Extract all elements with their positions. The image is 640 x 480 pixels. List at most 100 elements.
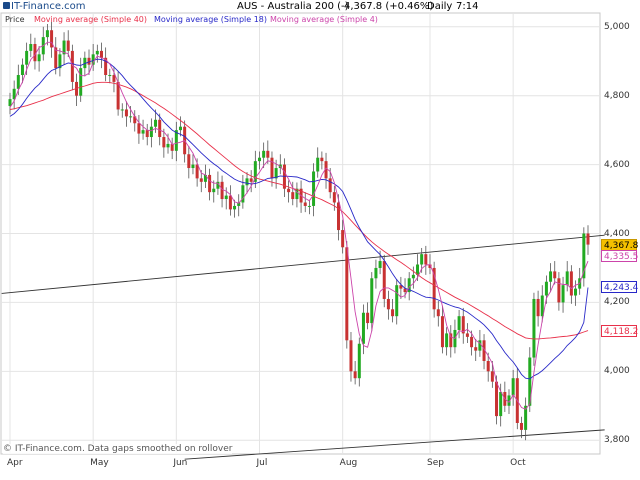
x-tick-label: Aug — [339, 458, 358, 468]
candle-body — [312, 171, 316, 206]
candle-body — [29, 44, 33, 51]
candle-body — [25, 50, 29, 65]
candle-body — [536, 298, 540, 317]
candle-body — [544, 281, 548, 296]
candle-body — [16, 75, 20, 89]
y-tick-label: 4,000 — [604, 366, 630, 377]
candle-body — [370, 278, 374, 324]
candle-body — [316, 157, 320, 172]
candle-body — [199, 178, 203, 182]
candle-body — [307, 205, 311, 207]
candle-body — [145, 130, 149, 138]
y-tick-label: 4,600 — [604, 159, 630, 170]
candle-body — [499, 391, 503, 417]
candle-body — [320, 157, 324, 162]
candle-body — [511, 378, 515, 396]
candle-body — [245, 178, 249, 186]
legend-ma40: Moving average (Simple 40) — [34, 15, 148, 24]
quote-value: 4,367.8 (+0.46%) — [344, 1, 434, 12]
legend-ma18: Moving average (Simple 18) — [154, 15, 268, 24]
footer-note: © IT-Finance.com. Data gaps smoothed on … — [3, 444, 233, 454]
x-tick-label: Apr — [7, 458, 23, 468]
candle-body — [99, 50, 103, 58]
candle-body — [495, 381, 499, 417]
candle-body — [20, 64, 24, 76]
x-tick-label: Oct — [510, 458, 526, 468]
candle-body — [166, 143, 170, 148]
candle-body — [328, 178, 332, 193]
candle-body — [224, 195, 228, 200]
candle-body — [345, 247, 349, 341]
y-tick-label: 4,800 — [604, 90, 630, 101]
candle-body — [270, 157, 274, 179]
candle-body — [403, 288, 407, 293]
candle-body — [486, 360, 490, 372]
candle-body — [233, 205, 237, 210]
x-tick-label: May — [90, 458, 109, 468]
candle-body — [249, 178, 253, 182]
candle-body — [457, 316, 461, 330]
candle-body — [178, 126, 182, 131]
candle-body — [378, 261, 382, 268]
candle-body — [349, 340, 353, 372]
legend-price: Price — [5, 15, 25, 24]
candle-body — [332, 192, 336, 203]
candle-body — [45, 30, 49, 38]
candle-body — [465, 333, 469, 337]
candle-body — [79, 68, 83, 96]
candle-body — [291, 192, 295, 200]
candle-body — [66, 40, 70, 51]
candle-body — [519, 422, 523, 430]
candle-body — [162, 137, 166, 148]
y-tick-label: 5,000 — [604, 21, 630, 32]
candle-body — [420, 254, 424, 265]
interval-label: Daily — [427, 1, 453, 12]
candle-body — [95, 50, 99, 55]
candle-body — [565, 271, 569, 286]
candle-body — [374, 267, 378, 279]
chart-title: AUS - Australia 200 (-) — [237, 1, 349, 12]
candle-body — [395, 285, 399, 317]
candle-body — [445, 333, 449, 348]
candle-body — [149, 126, 153, 138]
candle-body — [366, 312, 370, 324]
candle-body — [287, 188, 291, 193]
candle-body — [266, 150, 270, 158]
chart-stage: IT-Finance.com AUS - Australia 200 (-) 4… — [0, 0, 640, 480]
y-tick-label: 4,400 — [604, 228, 630, 239]
x-tick-label: Jul — [256, 458, 268, 468]
candle-body — [470, 336, 474, 348]
candle-body — [228, 195, 232, 210]
candle-body — [553, 271, 557, 279]
candle-body — [353, 371, 357, 379]
candle-body — [187, 154, 191, 169]
y-tick-label: 4,200 — [604, 297, 630, 308]
x-tick-label: Jun — [173, 458, 188, 468]
y-tick-label: 3,800 — [604, 435, 630, 446]
candle-body — [490, 371, 494, 382]
candle-body — [220, 181, 224, 200]
candle-body — [549, 271, 553, 282]
candle-body — [108, 75, 112, 77]
candle-body — [569, 271, 573, 296]
candle-body — [391, 309, 395, 317]
price-chart — [0, 12, 605, 460]
candle-body — [386, 298, 390, 310]
candle-body — [357, 343, 361, 379]
candle-body — [337, 202, 341, 231]
candle-body — [411, 274, 415, 279]
candle-body — [208, 174, 212, 193]
candle-body — [436, 309, 440, 317]
value-badge: 4,243.4 — [601, 281, 638, 294]
candle-body — [112, 75, 116, 82]
candle-body — [191, 164, 195, 169]
candle-body — [137, 123, 141, 134]
legend-ma4: Moving average (Simple 4) — [270, 15, 378, 24]
candle-body — [382, 261, 386, 299]
candle-body — [120, 109, 124, 111]
candle-body — [257, 157, 261, 162]
candle-body — [532, 298, 536, 358]
time-label: 7:14 — [456, 1, 479, 12]
candle-body — [124, 109, 128, 117]
candle-body — [158, 119, 162, 138]
